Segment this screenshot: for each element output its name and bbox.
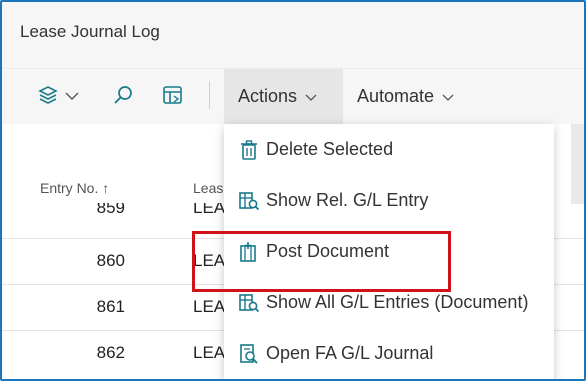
menu-item-open-fa-gl-journal[interactable]: Open FA G/L Journal — [224, 328, 554, 379]
journal-search-icon — [240, 343, 258, 364]
scrollbar-track[interactable] — [571, 124, 584, 204]
trash-icon — [241, 139, 257, 160]
automate-label: Automate — [357, 86, 435, 106]
layout-icon[interactable] — [161, 83, 185, 107]
actions-label: Actions — [238, 86, 298, 106]
menu-item-delete-selected[interactable]: Delete Selected — [224, 124, 554, 175]
ledger-search-icon — [239, 293, 260, 312]
menu-item-label: Open FA G/L Journal — [266, 343, 434, 363]
actions-button[interactable]: Actions — [224, 69, 343, 124]
entry-no-cell: 859 — [96, 198, 125, 217]
column-header-lease[interactable]: Leas — [193, 180, 223, 196]
menu-item-label: Show All G/L Entries (Document) — [266, 292, 529, 312]
chevron-down-icon[interactable] — [62, 83, 82, 107]
menu-item-label: Delete Selected — [266, 139, 394, 159]
ledger-search-icon — [239, 191, 260, 210]
lease-cell: LEA — [193, 343, 226, 362]
automate-button[interactable]: Automate — [343, 69, 473, 124]
views-icon[interactable] — [36, 83, 60, 107]
entry-no-cell: 861 — [96, 297, 125, 316]
chevron-down-icon — [442, 94, 454, 101]
toolbar-separator — [209, 81, 210, 109]
toolbar: Actions Automate — [2, 69, 584, 124]
chevron-down-icon — [305, 94, 317, 101]
page-title: Lease Journal Log — [20, 22, 160, 41]
menu-item-show-rel-gl-entry[interactable]: Show Rel. G/L Entry — [224, 175, 554, 226]
column-header-entry-no[interactable]: Entry No. ↑ — [40, 180, 109, 196]
lease-cell: LEA — [193, 198, 226, 217]
entry-no-cell: 862 — [96, 343, 125, 362]
search-icon[interactable] — [111, 83, 135, 107]
highlight-box — [192, 231, 451, 292]
menu-item-label: Show Rel. G/L Entry — [266, 190, 429, 210]
title-bar: Lease Journal Log — [2, 2, 584, 69]
lease-cell: LEA — [193, 297, 226, 316]
entry-no-cell: 860 — [96, 251, 125, 270]
app-window: Lease Journal Log Actions Automate Entry… — [0, 0, 586, 381]
